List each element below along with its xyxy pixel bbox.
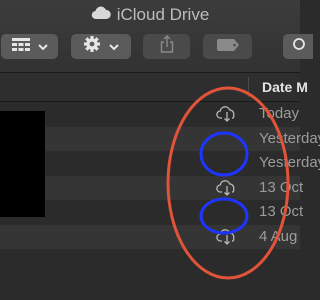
- date-modified-column-header[interactable]: Date M: [262, 79, 308, 95]
- search-button[interactable]: [283, 34, 313, 59]
- gear-icon: [83, 35, 101, 58]
- share-icon: [160, 35, 174, 58]
- file-row[interactable]: 13 Oct: [0, 175, 304, 201]
- column-divider: [248, 77, 249, 97]
- file-row[interactable]: 4 Aug: [0, 224, 300, 250]
- share-button[interactable]: [143, 34, 190, 59]
- file-list: Today Yesterday Yesterday 13 Oct 13 Oct 4 Aug: [0, 102, 320, 250]
- cloud-download-icon[interactable]: [216, 179, 238, 201]
- file-date-modified: 4 Aug: [259, 227, 298, 245]
- grid-view-icon: [11, 37, 30, 56]
- file-row[interactable]: 13 Oct: [0, 200, 304, 225]
- redacted-preview: [0, 111, 45, 217]
- tag-icon: [216, 38, 239, 56]
- file-row[interactable]: Yesterday: [0, 126, 320, 151]
- file-row[interactable]: Today: [0, 102, 300, 127]
- window-toolbar: iCloud Drive: [0, 0, 313, 73]
- search-icon: [292, 37, 306, 56]
- tags-button[interactable]: [203, 34, 252, 59]
- cloud-download-icon[interactable]: [216, 228, 238, 250]
- window-title-text: iCloud Drive: [116, 5, 210, 24]
- file-date-modified: 13 Oct: [259, 178, 304, 196]
- cloud-download-icon[interactable]: [216, 106, 238, 127]
- view-options-button[interactable]: [1, 34, 58, 59]
- file-date-modified: Today: [259, 105, 300, 122]
- window-title: iCloud Drive: [0, 4, 300, 26]
- chevron-down-icon: [109, 38, 119, 56]
- file-date-modified: Yesterday: [259, 154, 320, 171]
- file-row[interactable]: Yesterday: [0, 151, 320, 176]
- chevron-down-icon: [37, 38, 48, 56]
- icloud-icon: [91, 6, 111, 25]
- file-date-modified: 13 Oct: [259, 203, 304, 220]
- action-menu-button[interactable]: [71, 34, 131, 59]
- column-header: Date M: [0, 73, 308, 102]
- file-date-modified: Yesterday: [259, 129, 320, 147]
